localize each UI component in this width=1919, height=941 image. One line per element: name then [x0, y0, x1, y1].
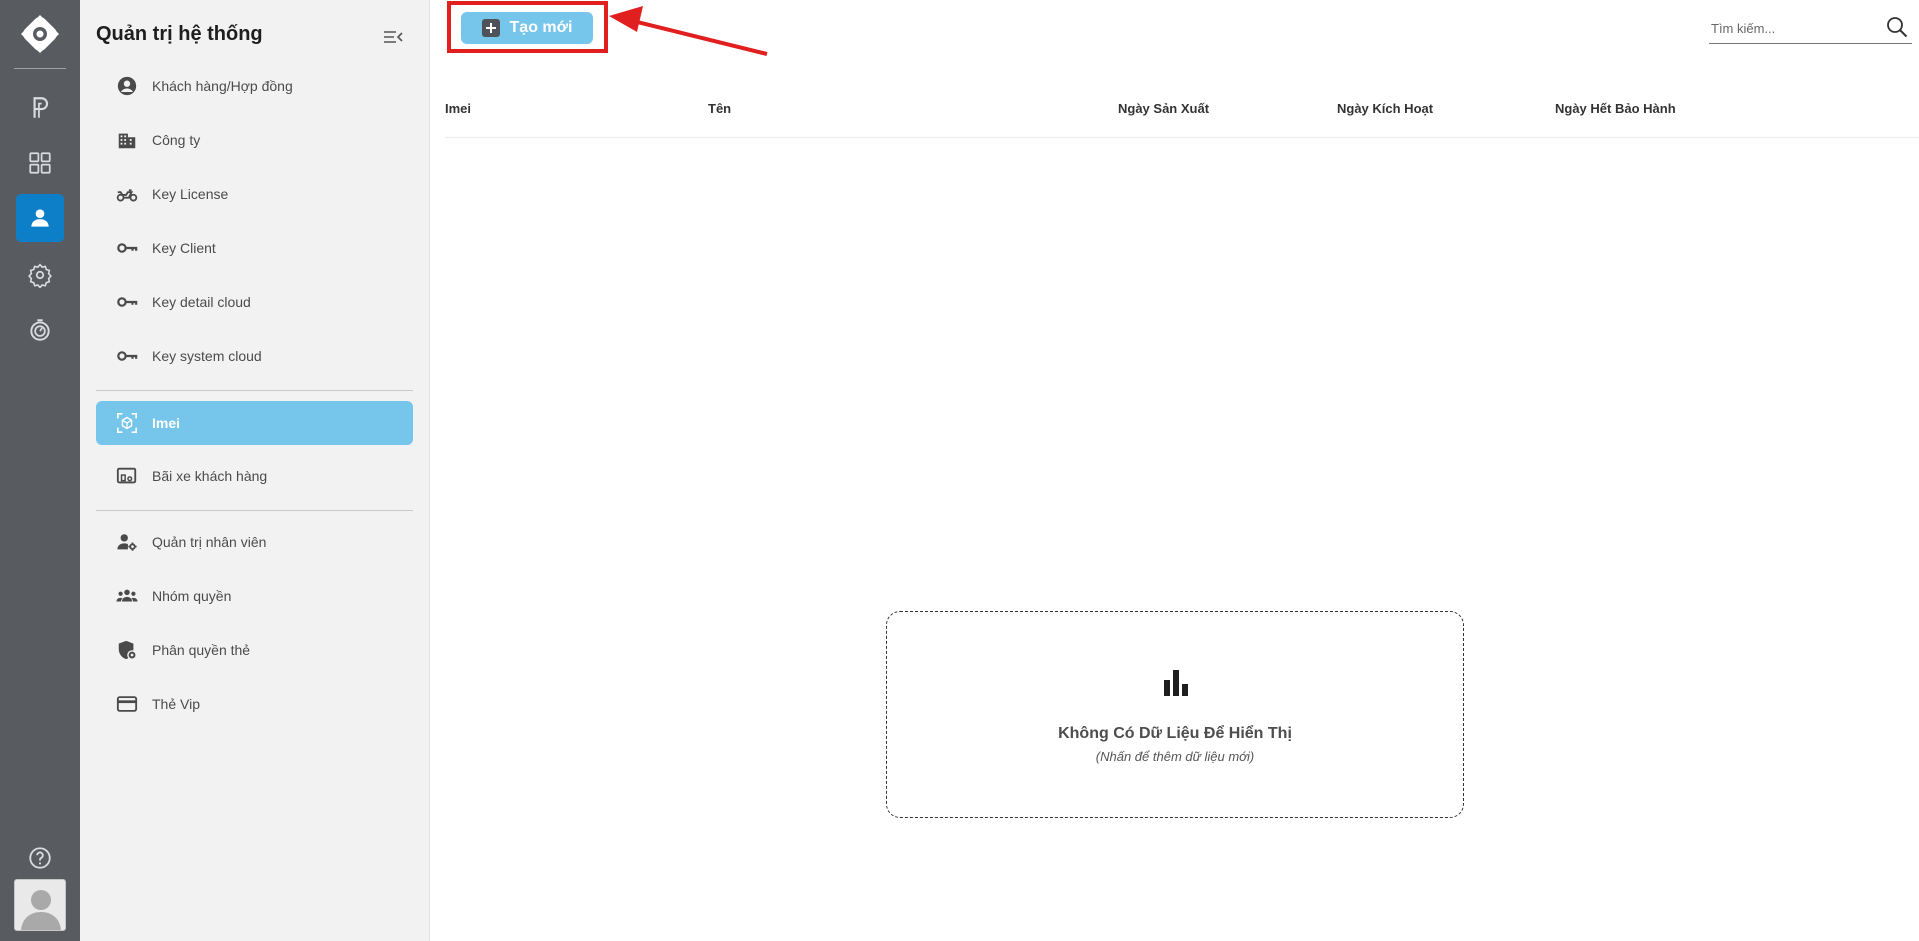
- rail-item-admin[interactable]: [16, 194, 64, 242]
- user-cog-icon: [114, 529, 140, 555]
- sidebar-item-label: Key system cloud: [152, 348, 262, 364]
- menu-collapse-icon: [384, 31, 403, 43]
- user-icon: [31, 209, 49, 227]
- account-circle-icon: [114, 73, 140, 99]
- sidebar-title: Quản trị hệ thống: [96, 23, 263, 45]
- sidebar-item-customer-parking[interactable]: Bãi xe khách hàng: [96, 454, 413, 498]
- sidebar-item-company[interactable]: Công ty: [96, 118, 413, 162]
- building-icon: [114, 127, 140, 153]
- sidebar-item-key-detail-cloud[interactable]: Key detail cloud: [96, 280, 413, 324]
- main-content: Tạo mới Imei Tên Ngày Sản Xuất Ngày Kích…: [431, 0, 1919, 941]
- sidebar: Quản trị hệ thống Khách hàng/Hợp đồng Cô…: [80, 0, 430, 941]
- sidebar-item-card-permission[interactable]: Phân quyền thẻ: [96, 628, 413, 672]
- devices-icon: [114, 463, 140, 489]
- sidebar-item-label: Thẻ Vip: [152, 696, 200, 712]
- avatar-icon: [21, 890, 61, 930]
- column-header-imei[interactable]: Imei: [445, 101, 471, 116]
- sidebar-item-label: Imei: [152, 415, 181, 431]
- rail-item-settings[interactable]: [16, 251, 64, 299]
- motorbike-icon: [114, 181, 140, 207]
- key-icon: [114, 235, 140, 261]
- empty-state-subtitle: (Nhấn để thêm dữ liệu mới): [1095, 749, 1255, 764]
- key-icon: [114, 289, 140, 315]
- empty-state-title: Không Có Dữ Liệu Để Hiển Thị: [1058, 725, 1292, 742]
- sidebar-item-label: Quản trị nhân viên: [152, 534, 267, 550]
- rail-divider: [14, 68, 66, 69]
- search-input[interactable]: [1711, 18, 1871, 38]
- sidebar-item-label: Công ty: [152, 132, 201, 148]
- sidebar-item-label: Key Client: [152, 240, 216, 256]
- sidebar-item-label: Nhóm quyền: [152, 588, 232, 604]
- sidebar-item-vip-card[interactable]: Thẻ Vip: [96, 682, 413, 726]
- collapse-sidebar-button[interactable]: [382, 26, 404, 48]
- column-header-manufacture-date[interactable]: Ngày Sản Xuất: [1118, 101, 1209, 116]
- sidebar-item-label: Key detail cloud: [152, 294, 251, 310]
- rail-item-parking[interactable]: [16, 84, 64, 132]
- logo-icon[interactable]: [20, 14, 60, 54]
- sidebar-item-permission-groups[interactable]: Nhóm quyền: [96, 574, 413, 618]
- rail-item-dashboard[interactable]: [16, 139, 64, 187]
- rail-item-history[interactable]: [16, 306, 64, 354]
- timer-icon: [30, 319, 50, 341]
- sidebar-item-imei[interactable]: Imei: [96, 401, 413, 445]
- column-header-name[interactable]: Tên: [708, 101, 731, 116]
- sidebar-item-key-license[interactable]: Key License: [96, 172, 413, 216]
- key-icon: [114, 343, 140, 369]
- cube-scan-icon: [114, 410, 140, 436]
- sidebar-item-label: Khách hàng/Hợp đồng: [152, 78, 293, 94]
- annotation-arrow-icon: [609, 6, 768, 56]
- help-button[interactable]: [16, 834, 64, 882]
- search-icon[interactable]: [1886, 16, 1908, 38]
- sidebar-item-label: Key License: [152, 186, 229, 202]
- search-box: [1709, 10, 1912, 44]
- column-header-activation-date[interactable]: Ngày Kích Hoạt: [1337, 101, 1433, 116]
- column-header-warranty-end-date[interactable]: Ngày Hết Bảo Hành: [1555, 101, 1676, 116]
- gear-icon: [28, 263, 52, 288]
- parking-icon: [33, 97, 49, 118]
- bar-chart-icon: [1164, 670, 1188, 696]
- grid-icon: [29, 152, 51, 174]
- sidebar-item-key-system-cloud[interactable]: Key system cloud: [96, 334, 413, 378]
- shield-lock-icon: [114, 637, 140, 663]
- help-icon: [29, 847, 51, 869]
- sidebar-item-customers[interactable]: Khách hàng/Hợp đồng: [96, 64, 413, 108]
- annotation-highlight-box: [447, 1, 608, 53]
- sidebar-item-label: Phân quyền thẻ: [152, 642, 251, 658]
- sidebar-item-label: Bãi xe khách hàng: [152, 468, 268, 484]
- sidebar-item-key-client[interactable]: Key Client: [96, 226, 413, 270]
- table-header: Imei Tên Ngày Sản Xuất Ngày Kích Hoạt Ng…: [445, 84, 1919, 138]
- group-icon: [114, 583, 140, 609]
- empty-state[interactable]: Không Có Dữ Liệu Để Hiển Thị (Nhấn để th…: [886, 611, 1464, 818]
- sidebar-divider: [96, 390, 413, 391]
- user-avatar[interactable]: [14, 879, 66, 931]
- app-rail: [0, 0, 80, 941]
- credit-card-icon: [114, 691, 140, 717]
- sidebar-item-staff-admin[interactable]: Quản trị nhân viên: [96, 520, 413, 564]
- sidebar-divider: [96, 510, 413, 511]
